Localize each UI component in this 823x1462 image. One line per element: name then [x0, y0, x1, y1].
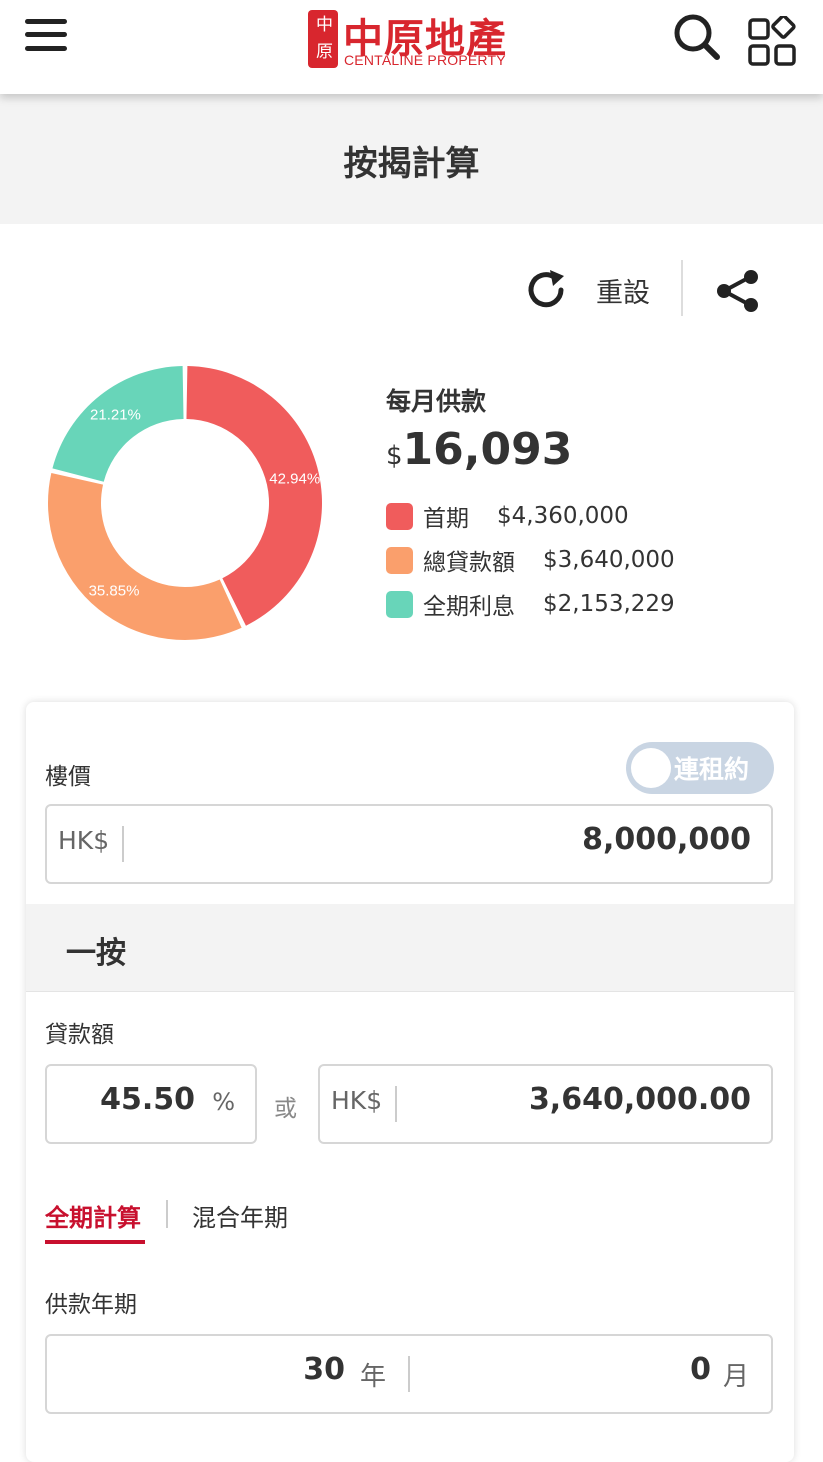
refresh-icon [528, 270, 564, 308]
legend-name: 首期 [423, 506, 469, 532]
or-text: 或 [274, 1096, 297, 1122]
search-icon[interactable] [672, 12, 722, 60]
monthly-payment-value: $16,093 [386, 424, 572, 475]
legend-item-interest: 全期利息 $2,153,229 [386, 589, 675, 620]
legend-value: $2,153,229 [543, 591, 675, 617]
loan-term-field[interactable]: 30 年 0 月 [45, 1334, 773, 1414]
donut-slice-loan-amount [48, 473, 242, 640]
legend-value: $4,360,000 [497, 503, 629, 529]
logo-seal: 中原 [308, 10, 338, 68]
tenancy-toggle[interactable]: 連租約 [626, 742, 774, 794]
toggle-knob [631, 748, 671, 788]
first-mortgage-title: 一按 [66, 936, 126, 971]
loan-amount-field[interactable]: HK$ 3,640,000.00 [318, 1064, 773, 1144]
loan-amount-value: 3,640,000.00 [528, 1082, 751, 1117]
logo-seal-text: 中原 [316, 15, 333, 62]
first-mortgage-section: 一按 [26, 904, 794, 992]
tenancy-toggle-label: 連租約 [674, 755, 750, 784]
property-price-field[interactable]: HK$ 8,000,000 [45, 804, 773, 884]
tab-mixed-term[interactable]: 混合年期 [192, 1198, 288, 1233]
term-months-value: 0 [690, 1352, 711, 1387]
apps-grid-icon[interactable] [748, 16, 798, 66]
term-label: 供款年期 [45, 1292, 137, 1318]
currency-prefix: HK$ [331, 1086, 383, 1115]
share-icon[interactable] [714, 268, 762, 314]
property-price-value: 8,000,000 [582, 822, 751, 857]
legend-swatch [386, 546, 413, 574]
top-header: 中原 中原地產 CENTALINE PROPERTY [0, 0, 823, 94]
menu-icon[interactable] [25, 17, 69, 53]
logo-english-text: CENTALINE PROPERTY [344, 52, 506, 68]
reset-label: 重設 [596, 277, 650, 309]
currency-symbol: $ [386, 441, 403, 471]
title-band: 按揭計算 [0, 94, 823, 224]
donut-slice-interest [52, 366, 184, 482]
term-years-value: 30 [303, 1352, 345, 1387]
donut-label-down-payment: 42.94% [269, 470, 320, 487]
months-unit: 月 [722, 1362, 749, 1392]
legend-name: 全期利息 [423, 594, 515, 620]
donut-label-interest: 21.21% [90, 407, 141, 424]
mortgage-form-card: 樓價 連租約 HK$ 8,000,000 一按 貸款額 45.50 % 或 HK… [26, 702, 794, 1462]
legend-value: $3,640,000 [543, 547, 675, 573]
tab-full-term[interactable]: 全期計算 [45, 1198, 141, 1233]
loan-percent-value: 45.50 [100, 1082, 195, 1117]
tab-separator [166, 1200, 168, 1228]
field-separator [408, 1356, 410, 1392]
field-separator [122, 826, 124, 862]
percent-sign: % [212, 1088, 235, 1116]
loan-percent-field[interactable]: 45.50 % [45, 1064, 257, 1144]
legend-swatch [386, 590, 413, 618]
reset-button[interactable]: 重設 [524, 262, 650, 318]
active-tab-underline [45, 1240, 145, 1244]
legend-name: 總貸款額 [423, 550, 515, 576]
donut-label-loan-amount: 35.85% [89, 582, 140, 599]
years-unit: 年 [360, 1362, 387, 1392]
property-price-label: 樓價 [45, 764, 91, 790]
currency-prefix: HK$ [58, 826, 110, 855]
legend-item-down-payment: 首期 $4,360,000 [386, 501, 629, 532]
payment-donut-chart: 42.94% 35.85% 21.21% [48, 366, 323, 640]
toolbar-divider [681, 260, 683, 316]
legend-item-loan-amount: 總貸款額 $3,640,000 [386, 545, 675, 576]
loan-amount-label: 貸款額 [45, 1022, 114, 1048]
monthly-payment-label: 每月供款 [386, 387, 487, 416]
legend-swatch [386, 502, 413, 530]
field-separator [395, 1086, 397, 1122]
page-title: 按揭計算 [343, 144, 480, 184]
centaline-logo[interactable]: 中原 中原地產 CENTALINE PROPERTY [308, 10, 513, 70]
monthly-payment-amount: 16,093 [402, 424, 573, 475]
